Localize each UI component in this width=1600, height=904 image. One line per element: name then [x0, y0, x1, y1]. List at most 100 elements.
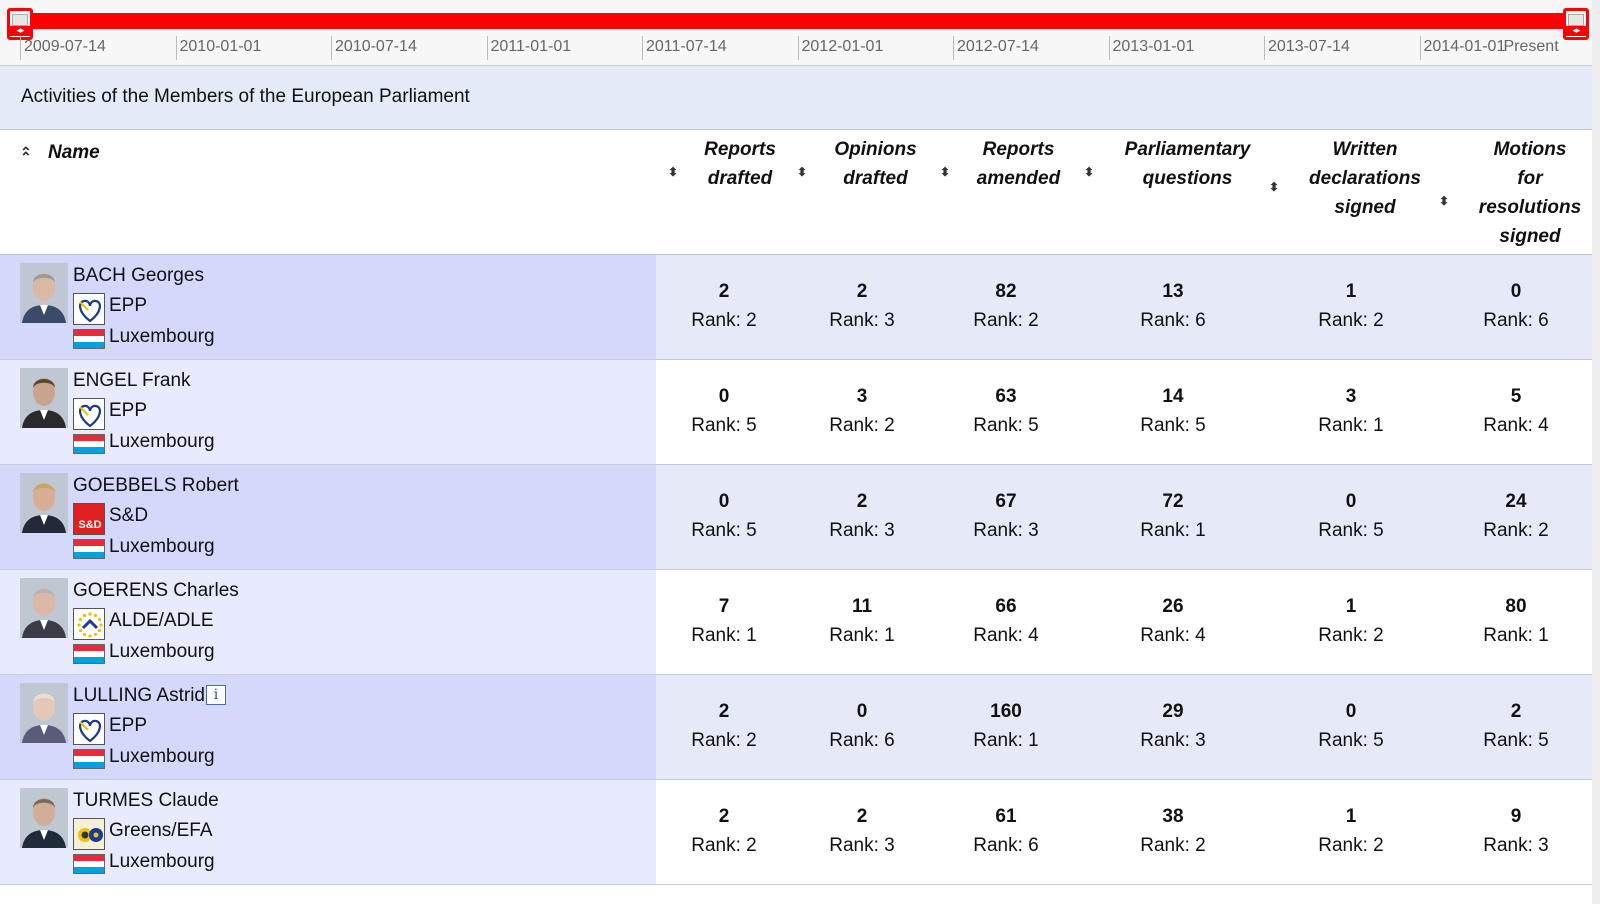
- stat-value: 3: [1345, 386, 1357, 407]
- luxembourg-flag-icon: [73, 329, 105, 349]
- column-header-opinions-drafted[interactable]: ⬍ Opinions drafted: [797, 135, 928, 260]
- stat-value: 0: [856, 701, 868, 722]
- stat-rank: Rank: 3: [829, 835, 895, 856]
- stat-cell: 2 Rank: 2: [664, 277, 784, 335]
- stat-cell: 11 Rank: 1: [802, 592, 922, 650]
- up-down-sort-icon: ⬍: [1269, 179, 1280, 194]
- column-header-parliamentary-questions[interactable]: ⬍ Parliamentary questions: [1084, 135, 1265, 260]
- stat-value: 160: [990, 701, 1022, 722]
- stat-cell: 7 Rank: 1: [664, 592, 784, 650]
- timeline-tick-label: 2014-01-01: [1419, 36, 1505, 60]
- stat-value: 1: [1345, 281, 1357, 302]
- table-row[interactable]: BACH Georges EPP Luxembourg 2 Rank: 2 2 Rank: …: [0, 255, 1600, 360]
- table-row[interactable]: TURMES Claude Greens/EFA Luxembourg 2 Rank: …: [0, 780, 1600, 885]
- stat-rank: Rank: 6: [1483, 310, 1549, 331]
- column-header-name[interactable]: ⌃ ⌃ Name: [20, 138, 248, 178]
- up-down-sort-icon: ⬍: [797, 165, 808, 179]
- stat-cell: 2 Rank: 3: [802, 802, 922, 860]
- alde-stars-icon: [73, 608, 105, 640]
- column-header-line: drafted: [707, 168, 773, 189]
- stat-cell: 3 Rank: 2: [802, 382, 922, 440]
- table-header: ⌃ ⌃ Name ⬍ Reports drafted ⬍ Opinions drafte…: [0, 130, 1600, 255]
- stat-rank: Rank: 1: [1318, 415, 1384, 436]
- country-name: Luxembourg: [109, 536, 215, 557]
- timeline-tick-label: 2012-07-14: [953, 36, 1039, 60]
- mep-name-link[interactable]: TURMES Claude: [73, 790, 219, 811]
- timeline-tick-label: 2013-01-01: [1108, 36, 1194, 60]
- column-header-reports-amended[interactable]: ⬍ Reports amended: [940, 135, 1071, 260]
- stat-rank: Rank: 5: [1483, 730, 1549, 751]
- column-header-motions[interactable]: ⬍ Motions for resolutions signed: [1439, 135, 1595, 260]
- stat-rank: Rank: 4: [1140, 625, 1206, 646]
- stat-cell: 0 Rank: 5: [664, 487, 784, 545]
- column-header-written-declarations[interactable]: ⬍ Written declarations signed: [1269, 135, 1435, 260]
- timeline-tick-label: 2013-07-14: [1264, 36, 1350, 60]
- stat-cell: 29 Rank: 3: [1113, 697, 1233, 755]
- stat-rank: Rank: 3: [973, 520, 1039, 541]
- stat-value: 11: [851, 596, 873, 617]
- mep-name-link[interactable]: BACH Georges: [73, 265, 204, 286]
- column-header-reports-drafted[interactable]: ⬍ Reports drafted: [668, 135, 790, 260]
- stat-value: 2: [718, 806, 730, 827]
- table-row[interactable]: GOEBBELS Robert S&D S&D Luxembourg 0 Rank: 5 2…: [0, 465, 1600, 570]
- info-icon[interactable]: i: [206, 685, 226, 705]
- stat-value: 9: [1510, 806, 1522, 827]
- stat-rank: Rank: 2: [829, 415, 895, 436]
- party-name: EPP: [109, 400, 148, 421]
- column-header-line: Parliamentary: [1124, 139, 1251, 160]
- column-header-line: drafted: [843, 168, 908, 189]
- column-header-line: Reports: [704, 139, 776, 160]
- country-name: Luxembourg: [109, 431, 215, 452]
- stat-rank: Rank: 2: [691, 310, 757, 331]
- stat-rank: Rank: 5: [691, 415, 757, 436]
- stat-value: 2: [718, 701, 730, 722]
- country-name: Luxembourg: [109, 746, 215, 767]
- stat-value: 1: [1345, 806, 1357, 827]
- column-header-line: Opinions: [834, 139, 917, 160]
- stat-cell: 3 Rank: 1: [1291, 382, 1411, 440]
- stat-value: 29: [1162, 701, 1184, 722]
- stat-cell: 61 Rank: 6: [946, 802, 1066, 860]
- stat-cell: 2 Rank: 3: [802, 487, 922, 545]
- mep-name-link[interactable]: GOEBBELS Robert: [73, 475, 239, 496]
- stat-value: 24: [1505, 491, 1527, 512]
- mep-photo[interactable]: [20, 263, 68, 323]
- mep-photo[interactable]: [20, 578, 68, 638]
- mep-name-link[interactable]: GOERENS Charles: [73, 580, 239, 601]
- mep-photo[interactable]: [20, 368, 68, 428]
- date-range-slider[interactable]: ◂▸ ◂▸ 2009-07-14 2010-01-01 2010-07-14 2011…: [0, 0, 1600, 66]
- stat-cell: 0 Rank: 5: [664, 382, 784, 440]
- stat-value: 2: [856, 281, 868, 302]
- mep-name-link[interactable]: ENGEL Frank: [73, 370, 191, 391]
- stat-value: 38: [1162, 806, 1184, 827]
- timeline-ticks: 2009-07-14 2010-01-01 2010-07-14 2011-01-01…: [20, 36, 1575, 60]
- mep-photo[interactable]: [20, 473, 68, 533]
- column-header-line: signed: [1334, 197, 1396, 218]
- timeline-tick-label: 2009-07-14: [20, 36, 106, 60]
- table-row[interactable]: GOERENS Charles ALDE/ADLE Luxembourg 7 Rank:…: [0, 570, 1600, 675]
- column-header-line: Motions: [1493, 139, 1567, 160]
- stat-value: 14: [1162, 386, 1184, 407]
- table-row[interactable]: ENGEL Frank EPP Luxembourg 0 Rank: 5 3 Rank: 2…: [0, 360, 1600, 465]
- stat-rank: Rank: 6: [829, 730, 895, 751]
- stat-value: 72: [1162, 491, 1184, 512]
- stat-value: 80: [1505, 596, 1527, 617]
- slider-track[interactable]: [20, 13, 1570, 29]
- mep-photo[interactable]: [20, 788, 68, 848]
- table-caption: Activities of the Members of the Europea…: [0, 66, 1600, 130]
- mep-photo[interactable]: [20, 683, 68, 743]
- table-row[interactable]: LULLING Astrid i EPP Luxembourg 2 Rank: 2 0 Ran…: [0, 675, 1600, 780]
- stat-value: 2: [856, 806, 868, 827]
- vertical-scrollbar[interactable]: [1592, 0, 1600, 904]
- up-down-sort-icon: ⬍: [668, 165, 679, 179]
- stat-cell: 72 Rank: 1: [1113, 487, 1233, 545]
- stat-rank: Rank: 3: [1140, 730, 1206, 751]
- stat-rank: Rank: 5: [1318, 730, 1384, 751]
- country-name: Luxembourg: [109, 641, 215, 662]
- epp-heart-icon: [73, 398, 105, 430]
- column-header-line: amended: [976, 168, 1061, 189]
- stat-rank: Rank: 2: [1140, 835, 1206, 856]
- stat-rank: Rank: 3: [1483, 835, 1549, 856]
- mep-name-link[interactable]: LULLING Astrid: [73, 685, 205, 706]
- luxembourg-flag-icon: [73, 854, 105, 874]
